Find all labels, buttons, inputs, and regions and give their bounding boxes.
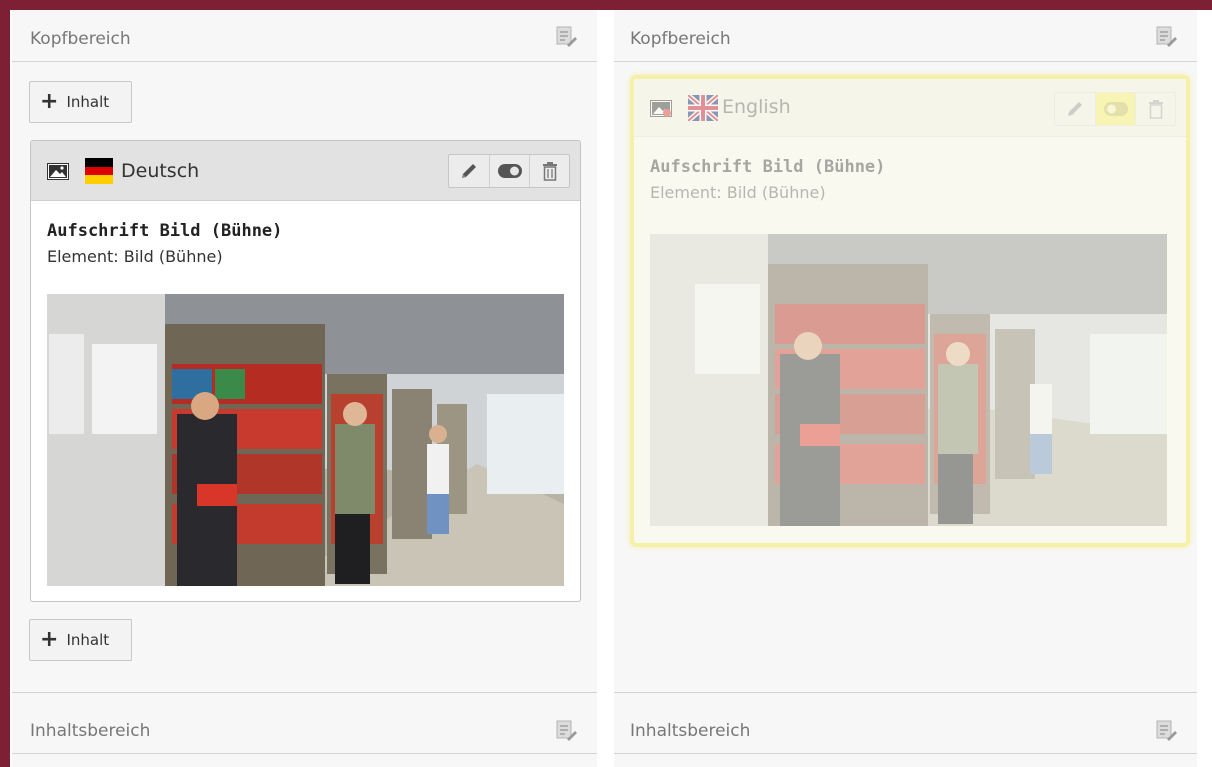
card-hidden-overlay: English Aufschrift Bild (Bühne) Element:… xyxy=(634,79,1186,543)
image-icon xyxy=(47,163,69,180)
page-edit-icon[interactable] xyxy=(555,25,577,47)
area-title: Kopfbereich xyxy=(630,29,731,49)
card-element-type: Element: Bild (Bühne) xyxy=(650,183,826,202)
card-body: Aufschrift Bild (Bühne) Element: Bild (B… xyxy=(634,137,1186,202)
card-body: Aufschrift Bild (Bühne) Element: Bild (B… xyxy=(31,201,580,266)
flag-uk-icon xyxy=(688,95,718,121)
area-header-kopfbereich: Kopfbereich xyxy=(614,10,1197,62)
pencil-icon xyxy=(1068,102,1082,116)
add-content-label: Inhalt xyxy=(66,93,110,111)
trash-icon xyxy=(1148,100,1163,119)
pencil-icon xyxy=(462,164,476,178)
edit-button[interactable] xyxy=(449,155,489,187)
trash-icon xyxy=(542,162,557,181)
page-edit-icon[interactable] xyxy=(1155,25,1177,47)
flag-de-icon xyxy=(85,158,113,185)
area-header-inhaltsbereich: Inhaltsbereich xyxy=(12,692,597,754)
unhide-toggle-button[interactable] xyxy=(1095,93,1135,125)
area-title: Inhaltsbereich xyxy=(630,721,751,741)
content-element-card-english[interactable]: English Aufschrift Bild (Bühne) Element:… xyxy=(630,75,1190,547)
area-header-inhaltsbereich: Inhaltsbereich xyxy=(614,692,1197,754)
area-title: Inhaltsbereich xyxy=(30,721,151,741)
area-title: Kopfbereich xyxy=(30,29,131,49)
plus-icon: + xyxy=(40,627,59,652)
add-content-label: Inhalt xyxy=(66,631,110,649)
add-content-button-top[interactable]: + Inhalt xyxy=(29,81,132,123)
delete-button[interactable] xyxy=(1135,93,1175,125)
window-frame-left xyxy=(0,0,10,767)
delete-button[interactable] xyxy=(529,155,569,187)
card-language-label: Deutsch xyxy=(121,160,200,182)
hide-toggle-button[interactable] xyxy=(489,155,529,187)
area-header-kopfbereich: Kopfbereich xyxy=(12,10,597,62)
plus-icon: + xyxy=(40,89,59,114)
card-actions xyxy=(448,154,570,188)
window-frame-top xyxy=(0,0,1212,10)
content-element-card-deutsch[interactable]: Deutsch Aufschrift Bild (Bühne) Element:… xyxy=(30,140,581,602)
card-header: Deutsch xyxy=(31,141,580,201)
stage-image-library xyxy=(47,294,564,586)
edit-button[interactable] xyxy=(1055,93,1095,125)
page-edit-icon[interactable] xyxy=(555,719,577,741)
image-hidden-icon xyxy=(650,100,672,117)
page-edit-icon[interactable] xyxy=(1155,719,1177,741)
card-heading: Aufschrift Bild (Bühne) xyxy=(47,221,283,241)
card-heading: Aufschrift Bild (Bühne) xyxy=(650,157,886,177)
card-element-type: Element: Bild (Bühne) xyxy=(47,247,223,266)
toggle-icon xyxy=(497,164,522,178)
card-language-label: English xyxy=(722,96,791,118)
add-content-button-bottom[interactable]: + Inhalt xyxy=(29,619,132,661)
column-deutsch: Kopfbereich + Inhalt Deutsch Aufschrift … xyxy=(12,10,597,767)
card-header: English xyxy=(634,79,1186,137)
card-actions xyxy=(1054,92,1176,126)
stage-image-library xyxy=(650,234,1167,526)
toggle-icon xyxy=(1103,102,1128,116)
